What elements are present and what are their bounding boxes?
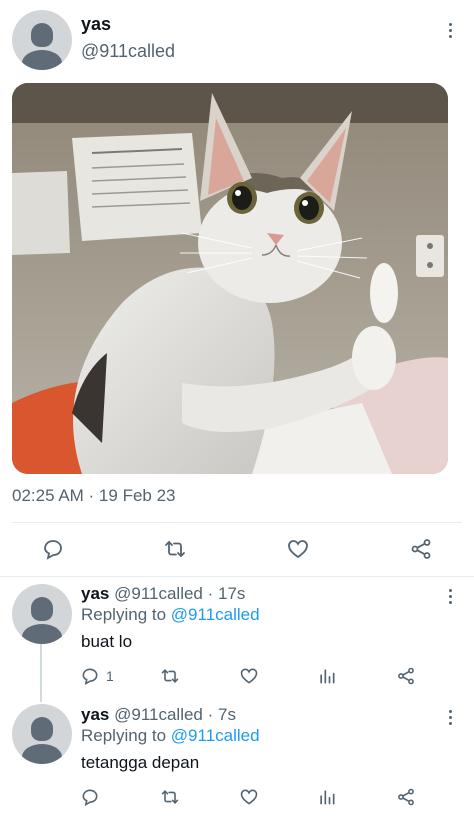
retweet-button[interactable]	[163, 537, 187, 561]
divider	[0, 576, 474, 577]
comment-icon	[44, 540, 62, 560]
reply-button[interactable]	[41, 537, 65, 561]
comment-icon	[82, 668, 98, 686]
share-button[interactable]	[409, 537, 433, 561]
tweet-photo[interactable]	[12, 83, 448, 474]
thread-line	[40, 644, 42, 702]
mention-link[interactable]: @911called	[171, 605, 260, 624]
more-vertical-icon[interactable]	[440, 584, 460, 608]
analytics-button[interactable]	[317, 787, 337, 807]
analytics-icon	[320, 669, 335, 684]
avatar[interactable]	[12, 10, 72, 70]
reply-author-name[interactable]: yas	[81, 584, 109, 603]
divider	[12, 522, 462, 523]
author-handle[interactable]: @911called	[81, 41, 175, 62]
retweet-icon	[165, 541, 185, 557]
share-icon	[398, 667, 414, 685]
replying-prefix: Replying to	[81, 605, 167, 624]
share-button[interactable]	[396, 787, 416, 807]
like-button[interactable]	[286, 537, 310, 561]
like-button[interactable]	[239, 666, 259, 686]
replying-to: Replying to @911called	[81, 726, 260, 746]
analytics-button[interactable]	[317, 666, 337, 686]
retweet-button[interactable]	[160, 666, 180, 686]
share-icon	[411, 539, 431, 559]
avatar[interactable]	[12, 704, 72, 764]
retweet-icon	[161, 790, 179, 804]
author-name[interactable]: yas	[81, 14, 111, 35]
share-icon	[398, 788, 414, 806]
avatar[interactable]	[12, 584, 72, 644]
mention-link[interactable]: @911called	[171, 726, 260, 745]
reply-text: buat lo	[81, 632, 133, 651]
replying-prefix: Replying to	[81, 726, 167, 745]
reply-header[interactable]: yas @911called · 7s	[81, 705, 236, 725]
more-vertical-icon[interactable]	[440, 18, 460, 42]
reply-header[interactable]: yas @911called · 17s	[81, 584, 245, 604]
retweet-button[interactable]	[160, 787, 180, 807]
retweet-icon	[161, 669, 179, 683]
tweet-timestamp[interactable]: 02:25 AM · 19 Feb 23	[12, 486, 176, 506]
reply-text: tetangga depan	[81, 753, 200, 772]
heart-icon	[240, 789, 258, 805]
share-button[interactable]	[396, 666, 416, 686]
reply-handle-time: @911called · 17s	[114, 584, 246, 603]
heart-icon	[240, 668, 258, 684]
reply-author-name[interactable]: yas	[81, 705, 109, 724]
like-button[interactable]	[239, 787, 259, 807]
reply-button[interactable]	[80, 787, 106, 807]
more-vertical-icon[interactable]	[440, 705, 460, 729]
replying-to: Replying to @911called	[81, 605, 260, 625]
analytics-icon	[320, 790, 335, 805]
cat-photo-illustration	[12, 83, 448, 474]
heart-icon	[288, 540, 308, 559]
reply-handle-time: @911called · 7s	[114, 705, 236, 724]
comment-icon	[82, 789, 98, 807]
reply-count: 1	[106, 668, 114, 684]
reply-button[interactable]: 1	[80, 666, 114, 686]
